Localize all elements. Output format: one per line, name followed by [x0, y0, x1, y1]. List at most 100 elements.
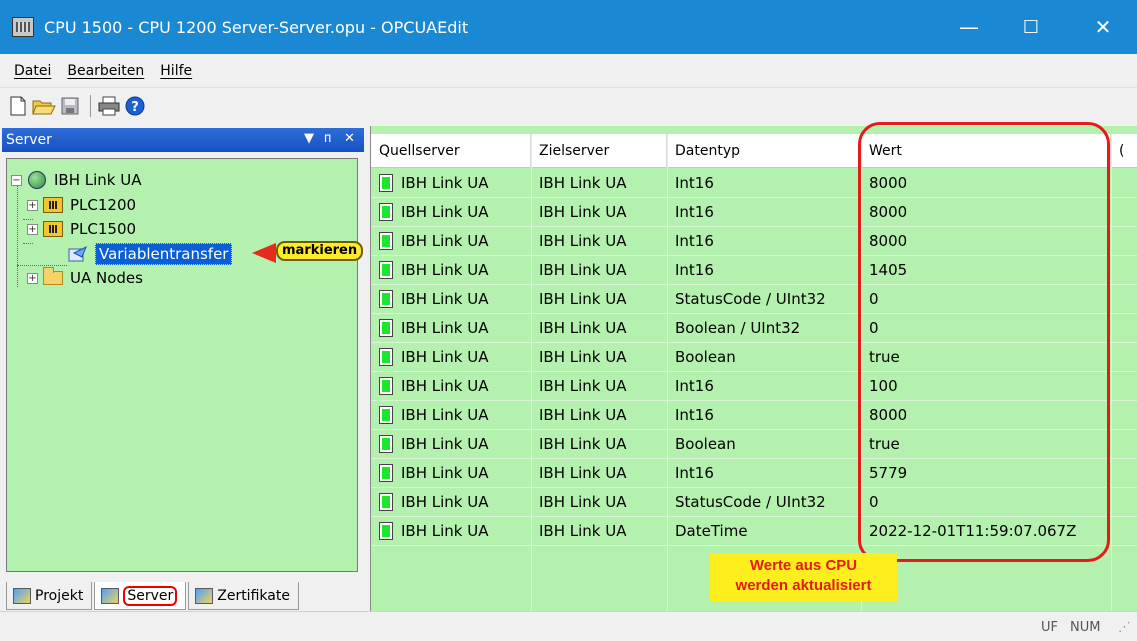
- status-num: NUM: [1070, 620, 1101, 635]
- pane-tabs: Projekt Server Zertifikate: [6, 582, 301, 612]
- app-icon: [12, 17, 34, 37]
- pane-title: Server: [6, 132, 52, 148]
- cell-zielserver-text: IBH Link UA: [539, 174, 627, 192]
- server-pane: Server ▼ ᴨ ✕ − IBH Link UA + PLC1200 + P…: [0, 126, 366, 611]
- cell-quellserver-text: IBH Link UA: [401, 435, 489, 453]
- cell-datentyp-text: Boolean: [675, 348, 736, 366]
- server-icon: [101, 587, 120, 604]
- title-bar: CPU 1500 - CPU 1200 Server-Server.opu - …: [0, 0, 1137, 54]
- cell-zielserver: IBH Link UA: [531, 488, 627, 517]
- pane-dropdown-icon[interactable]: ▼: [304, 131, 314, 146]
- status-ok-icon: [379, 290, 393, 308]
- cell-quellserver: IBH Link UA: [371, 198, 489, 227]
- save-icon[interactable]: [58, 94, 82, 118]
- toolbar: ?: [0, 88, 1137, 124]
- cell-zielserver-text: IBH Link UA: [539, 435, 627, 453]
- cell-quellserver-text: IBH Link UA: [401, 377, 489, 395]
- cell-quellserver-text: IBH Link UA: [401, 319, 489, 337]
- tab-label: Projekt: [35, 587, 84, 604]
- menu-bar: Datei Bearbeiten Hilfe: [0, 54, 1137, 88]
- column-header-datentyp[interactable]: Datentyp: [667, 134, 861, 168]
- cell-zielserver: IBH Link UA: [531, 517, 627, 546]
- tree-node-plc1200[interactable]: + PLC1200: [27, 193, 136, 217]
- tree-node-label: PLC1200: [70, 196, 137, 214]
- cell-quellserver: IBH Link UA: [371, 256, 489, 285]
- cell-datentyp-text: StatusCode / UInt32: [675, 290, 826, 308]
- cell-quellserver: IBH Link UA: [371, 517, 489, 546]
- cell-quellserver: IBH Link UA: [371, 401, 489, 430]
- cell-datentyp: Int16: [667, 169, 714, 198]
- pane-header: Server ▼ ᴨ ✕: [2, 128, 364, 152]
- tree-node-variablentransfer[interactable]: Variablentransfer: [67, 242, 233, 266]
- status-ok-icon: [379, 348, 393, 366]
- cell-zielserver-text: IBH Link UA: [539, 203, 627, 221]
- expand-icon[interactable]: +: [27, 272, 38, 284]
- update-note: Werte aus CPU werden aktualisiert: [710, 553, 897, 601]
- print-icon[interactable]: [97, 94, 121, 118]
- column-header-zielserver[interactable]: Zielserver: [531, 134, 667, 168]
- cell-datentyp-text: Int16: [675, 261, 714, 279]
- tree-node-label: PLC1500: [70, 220, 137, 238]
- status-ok-icon: [379, 377, 393, 395]
- menu-bearbeiten[interactable]: Bearbeiten: [67, 63, 144, 79]
- tab-projekt[interactable]: Projekt: [6, 582, 93, 610]
- update-note-line1: Werte aus CPU: [749, 557, 858, 574]
- status-ok-icon: [379, 464, 393, 482]
- tree-line: [23, 243, 33, 244]
- column-header-more[interactable]: (: [1111, 134, 1137, 168]
- status-ok-icon: [379, 203, 393, 221]
- resize-grip-icon[interactable]: ⋰: [1118, 620, 1131, 635]
- status-ok-icon: [379, 319, 393, 337]
- tab-label: Server: [123, 585, 178, 606]
- expand-icon[interactable]: +: [27, 223, 38, 235]
- collapse-icon[interactable]: −: [11, 174, 22, 186]
- cell-zielserver-text: IBH Link UA: [539, 261, 627, 279]
- update-note-line2: werden aktualisiert: [735, 577, 872, 594]
- tree-node-ibh-link-ua[interactable]: − IBH Link UA: [11, 168, 142, 192]
- cell-zielserver: IBH Link UA: [531, 430, 627, 459]
- maximize-button[interactable]: ☐: [1003, 0, 1059, 54]
- callout-label: markieren: [276, 241, 364, 261]
- cell-datentyp-text: StatusCode / UInt32: [675, 493, 826, 511]
- cell-quellserver: IBH Link UA: [371, 285, 489, 314]
- pane-close-icon[interactable]: ✕: [344, 131, 355, 146]
- close-button[interactable]: ✕: [1075, 0, 1131, 54]
- plc-icon: [42, 220, 64, 238]
- cell-quellserver-text: IBH Link UA: [401, 493, 489, 511]
- tab-server[interactable]: Server: [94, 582, 187, 610]
- status-bar: UF NUM ⋰: [0, 611, 1137, 641]
- cell-datentyp: Int16: [667, 372, 714, 401]
- column-header-quellserver[interactable]: Quellserver: [371, 134, 531, 168]
- tree-node-plc1500[interactable]: + PLC1500: [27, 217, 136, 241]
- cell-quellserver-text: IBH Link UA: [401, 232, 489, 250]
- cell-quellserver: IBH Link UA: [371, 459, 489, 488]
- open-icon[interactable]: [32, 94, 56, 118]
- cell-zielserver: IBH Link UA: [531, 227, 627, 256]
- cell-zielserver-text: IBH Link UA: [539, 290, 627, 308]
- cell-zielserver-text: IBH Link UA: [539, 522, 627, 540]
- cell-datentyp-text: Int16: [675, 377, 714, 395]
- plc-icon: [42, 196, 64, 214]
- tab-zertifikate[interactable]: Zertifikate: [188, 582, 299, 610]
- menu-datei[interactable]: Datei: [14, 63, 51, 79]
- new-icon[interactable]: [6, 94, 30, 118]
- cell-quellserver: IBH Link UA: [371, 227, 489, 256]
- help-icon[interactable]: ?: [123, 94, 147, 118]
- cell-datentyp: Boolean: [667, 343, 736, 372]
- cell-zielserver-text: IBH Link UA: [539, 464, 627, 482]
- cell-zielserver: IBH Link UA: [531, 372, 627, 401]
- expand-icon[interactable]: +: [27, 199, 38, 211]
- project-icon: [13, 587, 31, 604]
- cell-quellserver-text: IBH Link UA: [401, 348, 489, 366]
- cell-datentyp-text: Int16: [675, 464, 714, 482]
- minimize-button[interactable]: —: [941, 0, 997, 54]
- callout-arrow-icon: [252, 243, 276, 263]
- cell-datentyp: Boolean / UInt32: [667, 314, 800, 343]
- cell-zielserver-text: IBH Link UA: [539, 232, 627, 250]
- status-ok-icon: [379, 522, 393, 540]
- pane-pin-icon[interactable]: ᴨ: [324, 131, 331, 146]
- menu-hilfe[interactable]: Hilfe: [160, 63, 192, 79]
- cell-quellserver-text: IBH Link UA: [401, 203, 489, 221]
- cell-zielserver: IBH Link UA: [531, 285, 627, 314]
- tree-node-ua-nodes[interactable]: + UA Nodes: [27, 266, 143, 290]
